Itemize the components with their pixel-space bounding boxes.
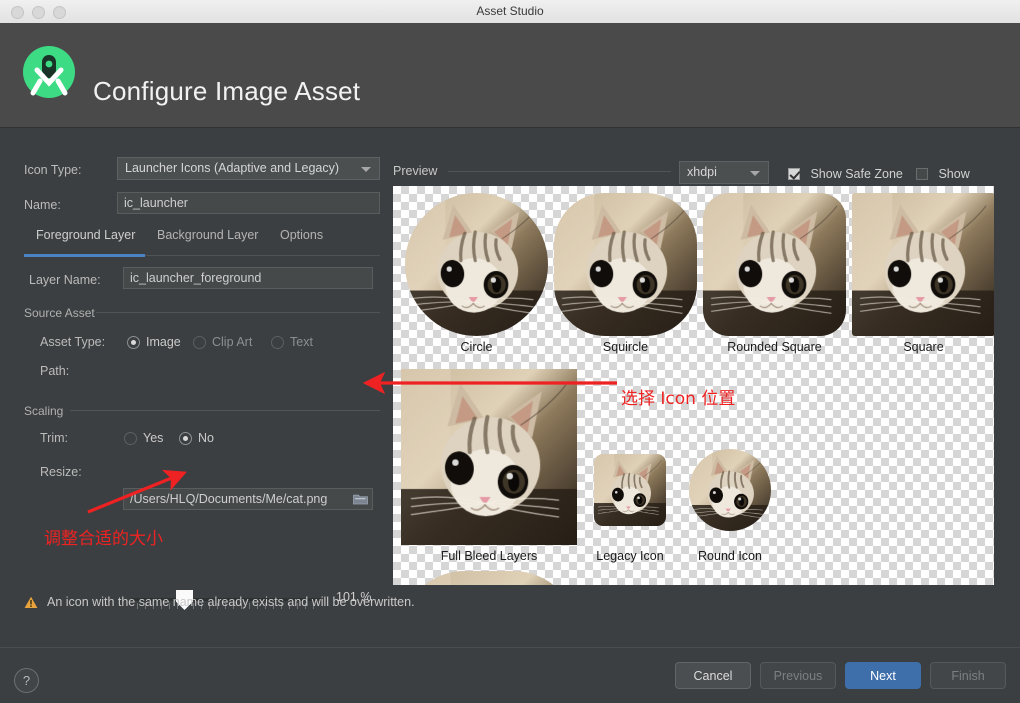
asset-type-image-label: Image [146, 335, 181, 349]
resize-label: Resize: [40, 465, 82, 479]
preview-header: Preview xhdpi Show Safe Zone Show Grid [393, 161, 993, 199]
trim-no-label: No [198, 431, 214, 445]
help-button[interactable]: ? [14, 668, 39, 693]
layer-name-row: Layer Name: [29, 269, 101, 291]
preview-divider [448, 171, 671, 172]
window-title: Asset Studio [476, 4, 544, 18]
trim-label: Trim: [40, 431, 68, 445]
next-button[interactable]: Next [845, 662, 921, 689]
radio-trim-yes-icon[interactable] [124, 431, 137, 445]
footer-buttons: Cancel Previous Next Finish [675, 662, 1006, 689]
preview-icon-rounded-square[interactable] [703, 193, 846, 336]
folder-icon [352, 494, 368, 505]
annotation-select-icon-position: 选择 Icon 位置 [621, 389, 736, 409]
preview-label-circle: Circle [460, 340, 493, 354]
preview-label-square: Square [903, 340, 944, 354]
layer-tabs: Foreground Layer Background Layer Option… [24, 228, 380, 256]
icon-type-value: Launcher Icons (Adaptive and Legacy) [125, 161, 340, 175]
preview-icon-partial[interactable] [401, 571, 577, 585]
trim-option-no[interactable]: No [179, 427, 214, 449]
chevron-down-icon [750, 171, 760, 176]
asset-type-option-text[interactable]: Text [271, 331, 313, 353]
tab-background-layer[interactable]: Background Layer [157, 228, 258, 242]
show-safe-zone-checkbox[interactable]: Show Safe Zone [788, 165, 903, 183]
asset-type-label: Asset Type: [40, 335, 106, 349]
preview-label: Preview [393, 164, 438, 178]
density-value: xhdpi [687, 165, 717, 179]
finish-button[interactable]: Finish [930, 662, 1006, 689]
radio-trim-no-icon[interactable] [179, 431, 192, 445]
annotation-adjust-size: 调整合适的大小 [44, 529, 163, 549]
scaling-divider [70, 410, 380, 411]
preview-icon-square[interactable] [852, 193, 994, 336]
tab-foreground-layer[interactable]: Foreground Layer [36, 228, 135, 242]
chevron-down-icon [361, 167, 371, 172]
preview-label-squircle: Squircle [602, 340, 649, 354]
source-asset-group-label: Source Asset [24, 306, 95, 320]
layer-name-input[interactable] [123, 267, 373, 289]
radio-clip-art-icon[interactable] [193, 335, 206, 349]
browse-folder-button[interactable] [349, 489, 371, 509]
android-studio-logo-icon [20, 43, 78, 101]
trim-option-yes[interactable]: Yes [124, 427, 163, 449]
cancel-button[interactable]: Cancel [675, 662, 751, 689]
warning-triangle-icon [24, 596, 38, 608]
configuration-form: Icon Type: Launcher Icons (Adaptive and … [0, 128, 392, 610]
layer-name-label: Layer Name: [29, 273, 101, 287]
radio-image-icon[interactable] [127, 335, 140, 349]
page-title: Configure Image Asset [93, 76, 361, 106]
preview-icon-squircle[interactable] [554, 193, 697, 336]
checkbox-unchecked-icon[interactable] [916, 167, 928, 180]
icon-type-select[interactable]: Launcher Icons (Adaptive and Legacy) [117, 157, 380, 180]
name-input[interactable] [117, 192, 380, 214]
preview-icon-circle[interactable] [405, 193, 548, 336]
tab-options[interactable]: Options [280, 228, 323, 242]
radio-text-icon[interactable] [271, 335, 284, 349]
asset-type-text-label: Text [290, 335, 313, 349]
preview-label-rounded-square: Rounded Square [727, 340, 822, 354]
checkbox-checked-icon[interactable] [788, 167, 800, 180]
preview-label-legacy-icon: Legacy Icon [596, 549, 664, 563]
trim-yes-label: Yes [143, 431, 164, 445]
icon-type-label: Icon Type: [24, 163, 82, 177]
tab-active-indicator [24, 254, 145, 257]
preview-label-full-bleed-layers: Full Bleed Layers [440, 549, 538, 563]
path-input[interactable] [123, 488, 373, 510]
name-label: Name: [24, 198, 61, 212]
preview-label-round-icon: Round Icon [698, 549, 762, 563]
question-mark-icon: ? [22, 673, 31, 688]
dialog-header: Configure Image Asset [0, 23, 1020, 128]
dialog-body: Icon Type: Launcher Icons (Adaptive and … [0, 128, 1020, 647]
previous-button[interactable]: Previous [760, 662, 836, 689]
asset-type-option-image[interactable]: Image [127, 331, 181, 353]
preview-icon-full-bleed-layers[interactable] [401, 369, 577, 545]
asset-type-option-clip-art[interactable]: Clip Art [193, 331, 252, 353]
source-asset-divider [96, 312, 380, 313]
preview-icon-round[interactable] [689, 449, 771, 531]
show-safe-zone-label: Show Safe Zone [810, 166, 903, 181]
warning-text: An icon with the same name already exist… [47, 595, 415, 609]
path-label: Path: [40, 364, 70, 378]
density-select[interactable]: xhdpi [679, 161, 769, 184]
preview-icon-legacy[interactable] [594, 454, 666, 526]
asset-studio-window: Asset Studio Configure Image Asset Icon … [0, 0, 1020, 703]
warning-message: An icon with the same name already exist… [24, 595, 415, 609]
dialog-footer: ? Cancel Previous Next Finish [0, 647, 1020, 703]
title-bar: Asset Studio [0, 0, 1020, 24]
scaling-group-label: Scaling [24, 404, 64, 418]
asset-type-clip-art-label: Clip Art [212, 335, 253, 349]
